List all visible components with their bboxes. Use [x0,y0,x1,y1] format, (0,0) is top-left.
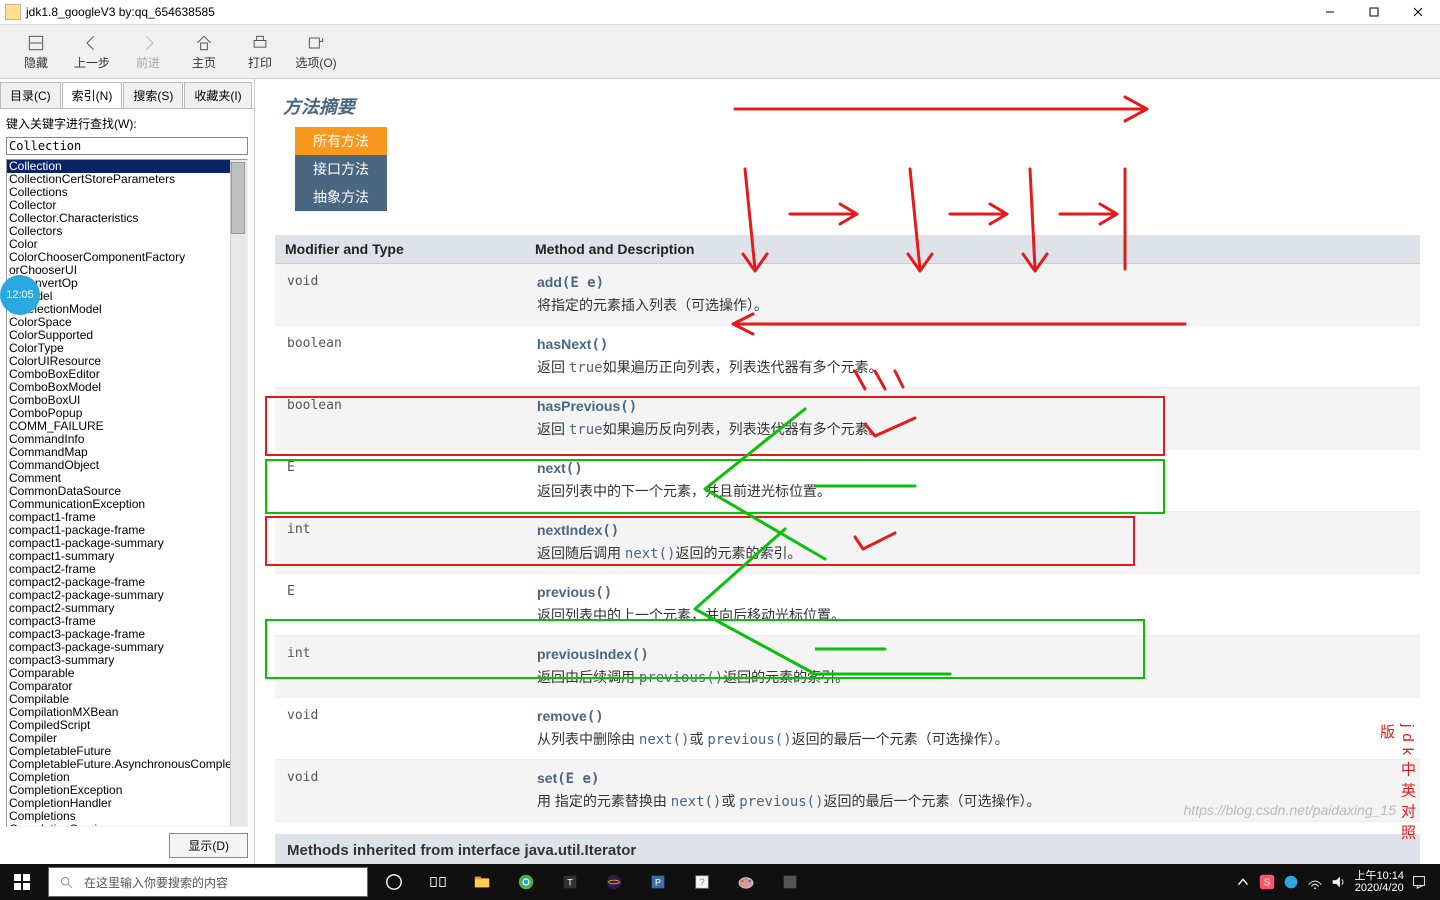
method-link[interactable]: hasNext [537,336,591,352]
show-button[interactable]: 显示(D) [169,833,248,858]
clock-overlay: 12:05 [0,275,40,315]
table-row: booleanhasPrevious()返回 true如果遍历反向列表，列表迭代… [275,388,1420,450]
tab-search[interactable]: 搜索(S) [123,82,183,108]
taskbar-search-placeholder: 在这里输入你要搜索的内容 [84,874,228,891]
description-cell: remove()从列表中删除由 next()或 previous()返回的最后一… [525,698,1420,760]
modifier-cell: E [275,574,525,636]
toolbar: 隐藏 上一步 前进 主页 打印 选项(O) [0,25,1440,79]
section-title: 方法摘要 [255,79,1440,127]
tab-all-methods[interactable]: 所有方法 [295,127,387,155]
table-row: voidremove()从列表中删除由 next()或 previous()返回… [275,698,1420,760]
method-filter-tabs: 所有方法 接口方法 抽象方法 [295,127,387,211]
tray-up-icon[interactable] [1234,873,1252,891]
sidebar: 目录(C) 索引(N) 搜索(S) 收藏夹(I) 键入关键字进行查找(W): C… [0,79,255,864]
minimize-button[interactable] [1308,0,1352,24]
description-cell: next()返回列表中的下一个元素，并且前进光标位置。 [525,450,1420,512]
description-cell: previousIndex()返回由后续调用 previous()返回的元素的索… [525,636,1420,698]
close-button[interactable] [1396,0,1440,24]
description-cell: previous()返回列表中的上一个元素，并向后移动光标位置。 [525,574,1420,636]
method-table: Modifier and Type Method and Description… [275,235,1420,822]
method-link[interactable]: previous [537,584,595,600]
table-row: intnextIndex()返回随后调用 next()返回的元素的索引。 [275,512,1420,574]
home-button[interactable]: 主页 [176,32,232,71]
modifier-cell: boolean [275,326,525,388]
sidebar-tabs: 目录(C) 索引(N) 搜索(S) 收藏夹(I) [0,79,254,109]
cortana-icon[interactable] [372,864,416,900]
description-cell: add(E e)将指定的元素插入列表（可选操作）。 [525,264,1420,326]
tab-contents[interactable]: 目录(C) [0,82,61,108]
table-row: intpreviousIndex()返回由后续调用 previous()返回的元… [275,636,1420,698]
wifi-icon[interactable] [1306,873,1324,891]
paint-icon[interactable] [724,864,768,900]
tab-interface-methods[interactable]: 接口方法 [295,155,387,183]
start-button[interactable] [0,864,44,900]
method-link[interactable]: set [537,770,557,786]
table-row: booleanhasNext()返回 true如果遍历正向列表，列表迭代器有多个… [275,326,1420,388]
app-icon-3[interactable] [768,864,812,900]
eclipse-icon[interactable] [592,864,636,900]
table-row: voidadd(E e)将指定的元素插入列表（可选操作）。 [275,264,1420,326]
options-button[interactable]: 选项(O) [288,32,344,71]
print-button[interactable]: 打印 [232,32,288,71]
hide-button[interactable]: 隐藏 [8,32,64,71]
method-link[interactable]: add [537,274,562,290]
notification-icon[interactable] [1410,873,1428,891]
table-row: Enext()返回列表中的下一个元素，并且前进光标位置。 [275,450,1420,512]
modifier-cell: E [275,450,525,512]
taskbar-search[interactable]: 在这里输入你要搜索的内容 [48,867,368,897]
forward-button: 前进 [120,32,176,71]
list-item[interactable]: CompletionService [7,823,247,827]
col-modifier: Modifier and Type [275,235,525,264]
description-cell: hasNext()返回 true如果遍历正向列表，列表迭代器有多个元素。 [525,326,1420,388]
method-link[interactable]: nextIndex [537,522,602,538]
side-label: jdk中英对照版 [1376,724,1418,864]
modifier-cell: void [275,264,525,326]
app-icon-1[interactable]: T [548,864,592,900]
svg-text:S: S [1264,878,1271,889]
tab-index[interactable]: 索引(N) [62,82,123,108]
content-pane[interactable]: 方法摘要 所有方法 接口方法 抽象方法 Modifier and Type Me… [255,79,1440,864]
description-cell: nextIndex()返回随后调用 next()返回的元素的索引。 [525,512,1420,574]
search-label: 键入关键字进行查找(W): [0,109,254,135]
modifier-cell: int [275,636,525,698]
search-input[interactable] [6,137,248,155]
description-cell: hasPrevious()返回 true如果遍历反向列表，列表迭代器有多个元素。 [525,388,1420,450]
chrome-icon[interactable] [504,864,548,900]
modifier-cell: void [275,698,525,760]
taskbar: 在这里输入你要搜索的内容 T P ? S 上午10:14 2020/4/20 [0,864,1440,900]
system-tray[interactable]: S 上午10:14 2020/4/20 [1222,870,1440,894]
tray-sogou-icon[interactable]: S [1258,873,1276,891]
table-row: Eprevious()返回列表中的上一个元素，并向后移动光标位置。 [275,574,1420,636]
col-description: Method and Description [525,235,1420,264]
taskview-icon[interactable] [416,864,460,900]
method-link[interactable]: previousIndex [537,646,632,662]
modifier-cell: boolean [275,388,525,450]
method-link[interactable]: remove [537,708,587,724]
svg-text:T: T [567,878,573,888]
svg-text:P: P [655,878,661,888]
index-list[interactable]: CollectionCollectionCertStoreParametersC… [6,159,248,827]
app-icon [5,4,21,20]
modifier-cell: void [275,760,525,822]
tray-app-icon[interactable] [1282,873,1300,891]
volume-icon[interactable] [1330,873,1348,891]
app-icon-2[interactable]: P [636,864,680,900]
window-title: jdk1.8_googleV3 by:qq_654638585 [26,5,1308,19]
modifier-cell: int [275,512,525,574]
inherited-header: Methods inherited from interface java.ut… [275,834,1420,864]
explorer-icon[interactable] [460,864,504,900]
maximize-button[interactable] [1352,0,1396,24]
svg-text:?: ? [699,878,705,889]
method-link[interactable]: next [537,460,566,476]
back-button[interactable]: 上一步 [64,32,120,71]
help-icon[interactable]: ? [680,864,724,900]
tray-clock[interactable]: 上午10:14 2020/4/20 [1354,870,1404,894]
method-link[interactable]: hasPrevious [537,398,620,414]
tab-favorites[interactable]: 收藏夹(I) [184,82,251,108]
title-bar: jdk1.8_googleV3 by:qq_654638585 [0,0,1440,25]
tab-abstract-methods[interactable]: 抽象方法 [295,183,387,211]
list-item[interactable]: Collectors [7,225,247,238]
watermark: https://blog.csdn.net/paidaxing_15 [1184,802,1397,818]
